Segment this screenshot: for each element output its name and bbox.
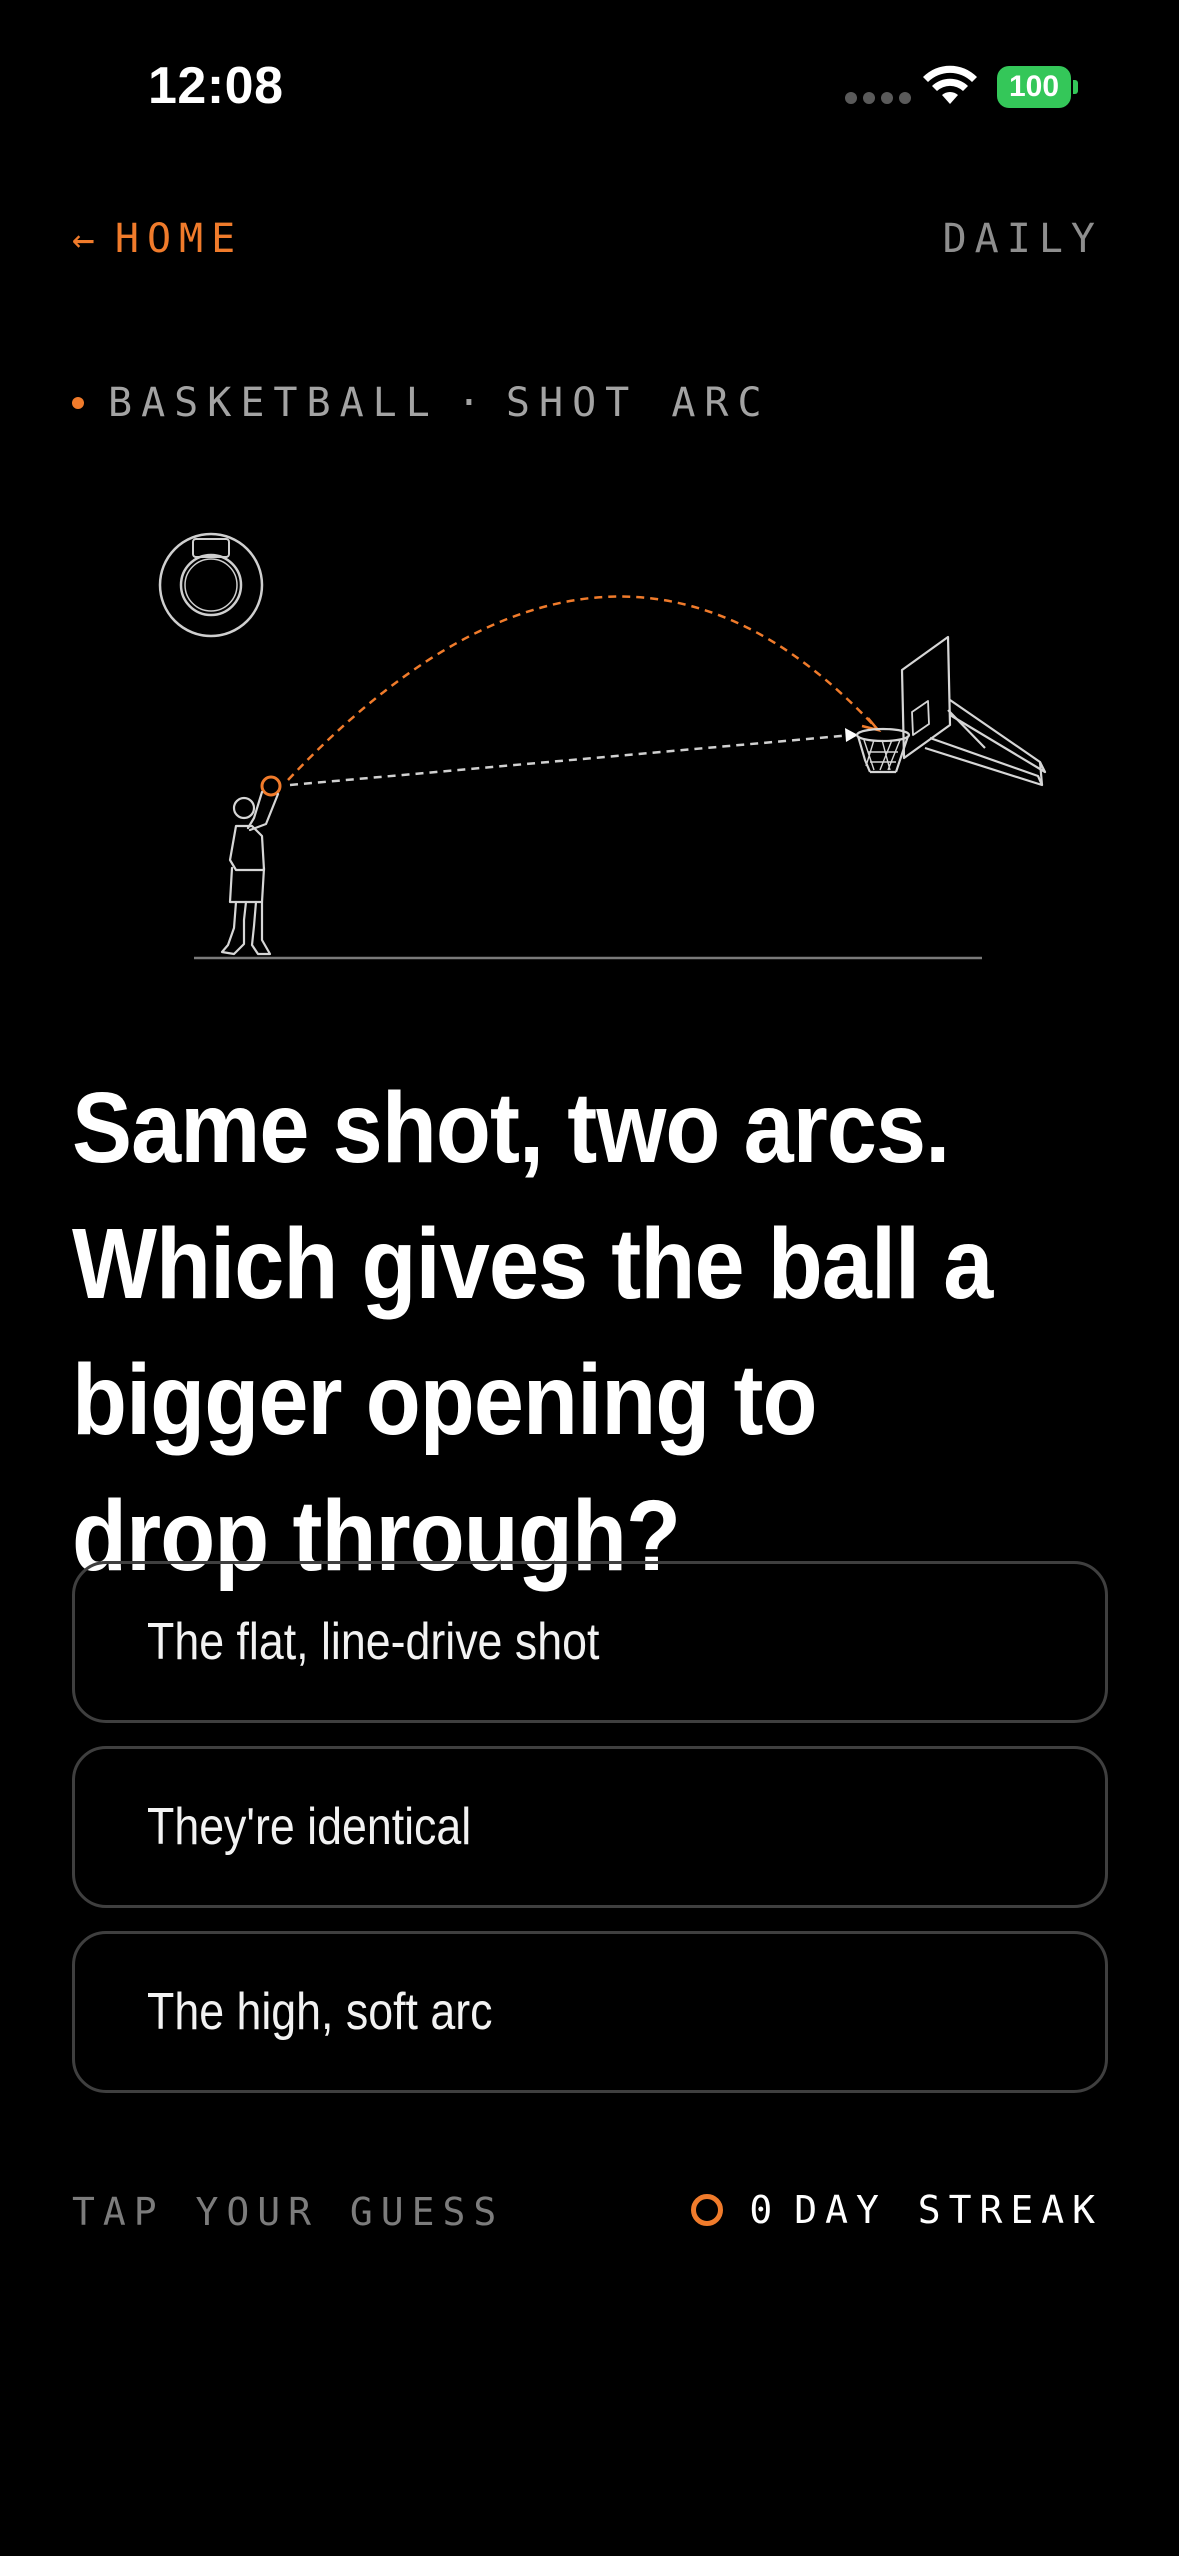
option-label: They're identical	[147, 1798, 472, 1856]
option-identical[interactable]: They're identical	[72, 1746, 1108, 1908]
home-back-button[interactable]: ← HOME	[72, 216, 243, 262]
question-text: Same shot, two arcs. Which gives the bal…	[72, 1072, 993, 1592]
answer-options: The flat, line-drive shot They're identi…	[72, 1561, 1108, 2116]
player-shooting-icon	[220, 775, 282, 956]
back-arrow-icon: ←	[72, 217, 95, 261]
category-topic: SHOT ARC	[505, 380, 771, 426]
shot-arc-illustration	[158, 532, 1047, 960]
hoop-top-view-icon	[158, 532, 264, 638]
battery-indicator: 100	[997, 66, 1078, 108]
home-label: HOME	[114, 216, 244, 262]
option-high-arc[interactable]: The high, soft arc	[72, 1931, 1108, 2093]
category-breadcrumb: BASKETBALL · SHOT ARC	[72, 380, 771, 426]
streak-count: 0	[749, 2188, 781, 2232]
status-time: 12:08	[148, 57, 284, 115]
high-arc-path	[287, 595, 879, 781]
battery-level: 100	[1008, 70, 1060, 103]
flat-shot-path	[289, 733, 853, 787]
streak-label: DAY STREAK	[794, 2188, 1103, 2232]
category-separator: ·	[456, 380, 490, 426]
wifi-icon	[923, 65, 977, 104]
option-flat-shot[interactable]: The flat, line-drive shot	[72, 1561, 1108, 1723]
category-sport: BASKETBALL	[108, 380, 439, 426]
cellular-signal-icon	[845, 92, 911, 104]
streak-ring-icon	[691, 2194, 724, 2226]
daily-label: DAILY	[942, 216, 1103, 262]
option-label: The flat, line-drive shot	[147, 1613, 600, 1671]
category-dot	[72, 397, 84, 409]
option-label: The high, soft arc	[147, 1983, 493, 2041]
tap-guess-hint: TAP YOUR GUESS	[72, 2190, 505, 2234]
backboard-hoop-icon	[855, 635, 1047, 787]
day-streak: 0 DAY STREAK	[691, 2188, 1103, 2232]
